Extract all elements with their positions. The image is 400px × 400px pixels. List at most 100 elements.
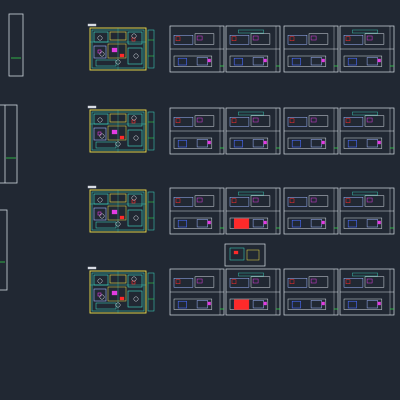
elevation-detail — [345, 279, 351, 284]
floor-plan[interactable] — [87, 266, 155, 314]
elevation-detail — [177, 57, 187, 66]
elevation-detail — [366, 117, 373, 123]
elevation-detail — [196, 57, 208, 66]
room — [127, 209, 143, 227]
elevation-detail — [291, 219, 301, 228]
elevation-block — [308, 276, 329, 288]
plan-legend-strip — [147, 272, 155, 312]
plan-legend-strip — [147, 29, 155, 69]
elevation-detail — [310, 139, 322, 148]
accent — [119, 215, 125, 220]
elevation-sheet[interactable] — [283, 25, 339, 73]
elevation-detail — [177, 300, 187, 309]
room — [95, 59, 117, 67]
floor-plan[interactable] — [87, 23, 155, 71]
elevation-detail — [352, 191, 378, 196]
elevation-block — [364, 115, 385, 127]
elevation-detail — [310, 57, 322, 66]
room — [93, 288, 107, 302]
elevation-sheet[interactable] — [339, 107, 395, 155]
elevation-sheet[interactable] — [283, 107, 339, 155]
elevation-sheet[interactable] — [339, 25, 395, 73]
furniture-mark — [99, 213, 105, 219]
elevation-sheet[interactable] — [225, 107, 281, 155]
elevation-detail — [238, 191, 264, 196]
elevation-detail — [196, 300, 208, 309]
elevation-detail — [263, 220, 267, 225]
highlight-block — [233, 299, 250, 310]
floor-plan[interactable] — [87, 105, 155, 153]
elevation-sheet[interactable] — [225, 187, 281, 235]
room — [93, 45, 107, 59]
furniture-mark — [97, 197, 103, 203]
highlight-block — [233, 218, 250, 229]
elevation-detail — [238, 272, 264, 277]
elevation-detail — [252, 300, 264, 309]
drawing-row — [87, 23, 395, 73]
elevation-detail — [289, 118, 295, 123]
plan-legend-strip — [147, 111, 155, 151]
furniture-mark — [133, 135, 139, 141]
elevation-sheet[interactable] — [283, 187, 339, 235]
elevation-sheet[interactable] — [339, 187, 395, 235]
elevation-detail — [196, 117, 203, 123]
elevation-detail — [377, 301, 381, 306]
elevation-detail — [231, 198, 237, 203]
elevation-block — [364, 33, 385, 45]
plan-title-mark — [87, 105, 97, 109]
elevation-block — [194, 276, 215, 288]
elevation-sheet[interactable] — [169, 25, 225, 73]
furniture-mark — [131, 195, 137, 201]
elevation-detail — [310, 35, 317, 41]
elevation-sheet[interactable] — [225, 25, 281, 73]
furniture-mark — [99, 133, 105, 139]
elevation-sheet[interactable] — [339, 268, 395, 316]
elevation-detail — [345, 36, 351, 41]
elevation-sheet[interactable] — [169, 268, 225, 316]
elevation-detail — [291, 57, 301, 66]
elevation-detail — [366, 139, 378, 148]
elevation-block — [194, 33, 215, 45]
elevation-sheet[interactable] — [225, 268, 281, 316]
elevation-detail — [231, 118, 237, 123]
elevation-block — [308, 33, 329, 45]
room — [93, 113, 109, 125]
elevation-detail — [207, 220, 211, 225]
left-sheet-2 — [0, 104, 18, 184]
drawing-row — [87, 105, 395, 155]
detail-accent — [233, 250, 239, 255]
detail-sheet[interactable] — [224, 243, 266, 267]
elevation-detail — [321, 220, 325, 225]
room — [95, 221, 117, 229]
accent — [119, 296, 125, 301]
elevation-sheet[interactable] — [169, 187, 225, 235]
elevation-block — [364, 195, 385, 207]
plan-title-mark — [87, 185, 97, 189]
room — [127, 47, 143, 65]
left-sheet-3 — [0, 209, 8, 291]
elevation-detail — [175, 118, 181, 123]
elevation-detail — [366, 197, 373, 203]
elevation-detail — [233, 139, 243, 148]
accent — [111, 129, 118, 135]
elevation-sheet[interactable] — [169, 107, 225, 155]
elevation-detail — [345, 118, 351, 123]
elevation-detail — [177, 219, 187, 228]
furniture-mark — [99, 294, 105, 300]
floor-plan[interactable] — [87, 185, 155, 233]
room — [95, 141, 117, 149]
elevation-block — [250, 195, 271, 207]
elevation-sheet[interactable] — [283, 268, 339, 316]
elevation-detail — [252, 197, 259, 203]
elevation-detail — [196, 278, 203, 284]
elevation-detail — [263, 140, 267, 145]
model-space[interactable] — [0, 0, 400, 400]
cad-drawing-canvas[interactable] — [0, 0, 400, 400]
room — [127, 129, 143, 147]
elevation-detail — [291, 300, 301, 309]
elevation-detail — [347, 57, 357, 66]
elevation-detail — [321, 58, 325, 63]
elevation-detail — [252, 139, 264, 148]
elevation-detail — [310, 300, 322, 309]
elevation-detail — [175, 36, 181, 41]
